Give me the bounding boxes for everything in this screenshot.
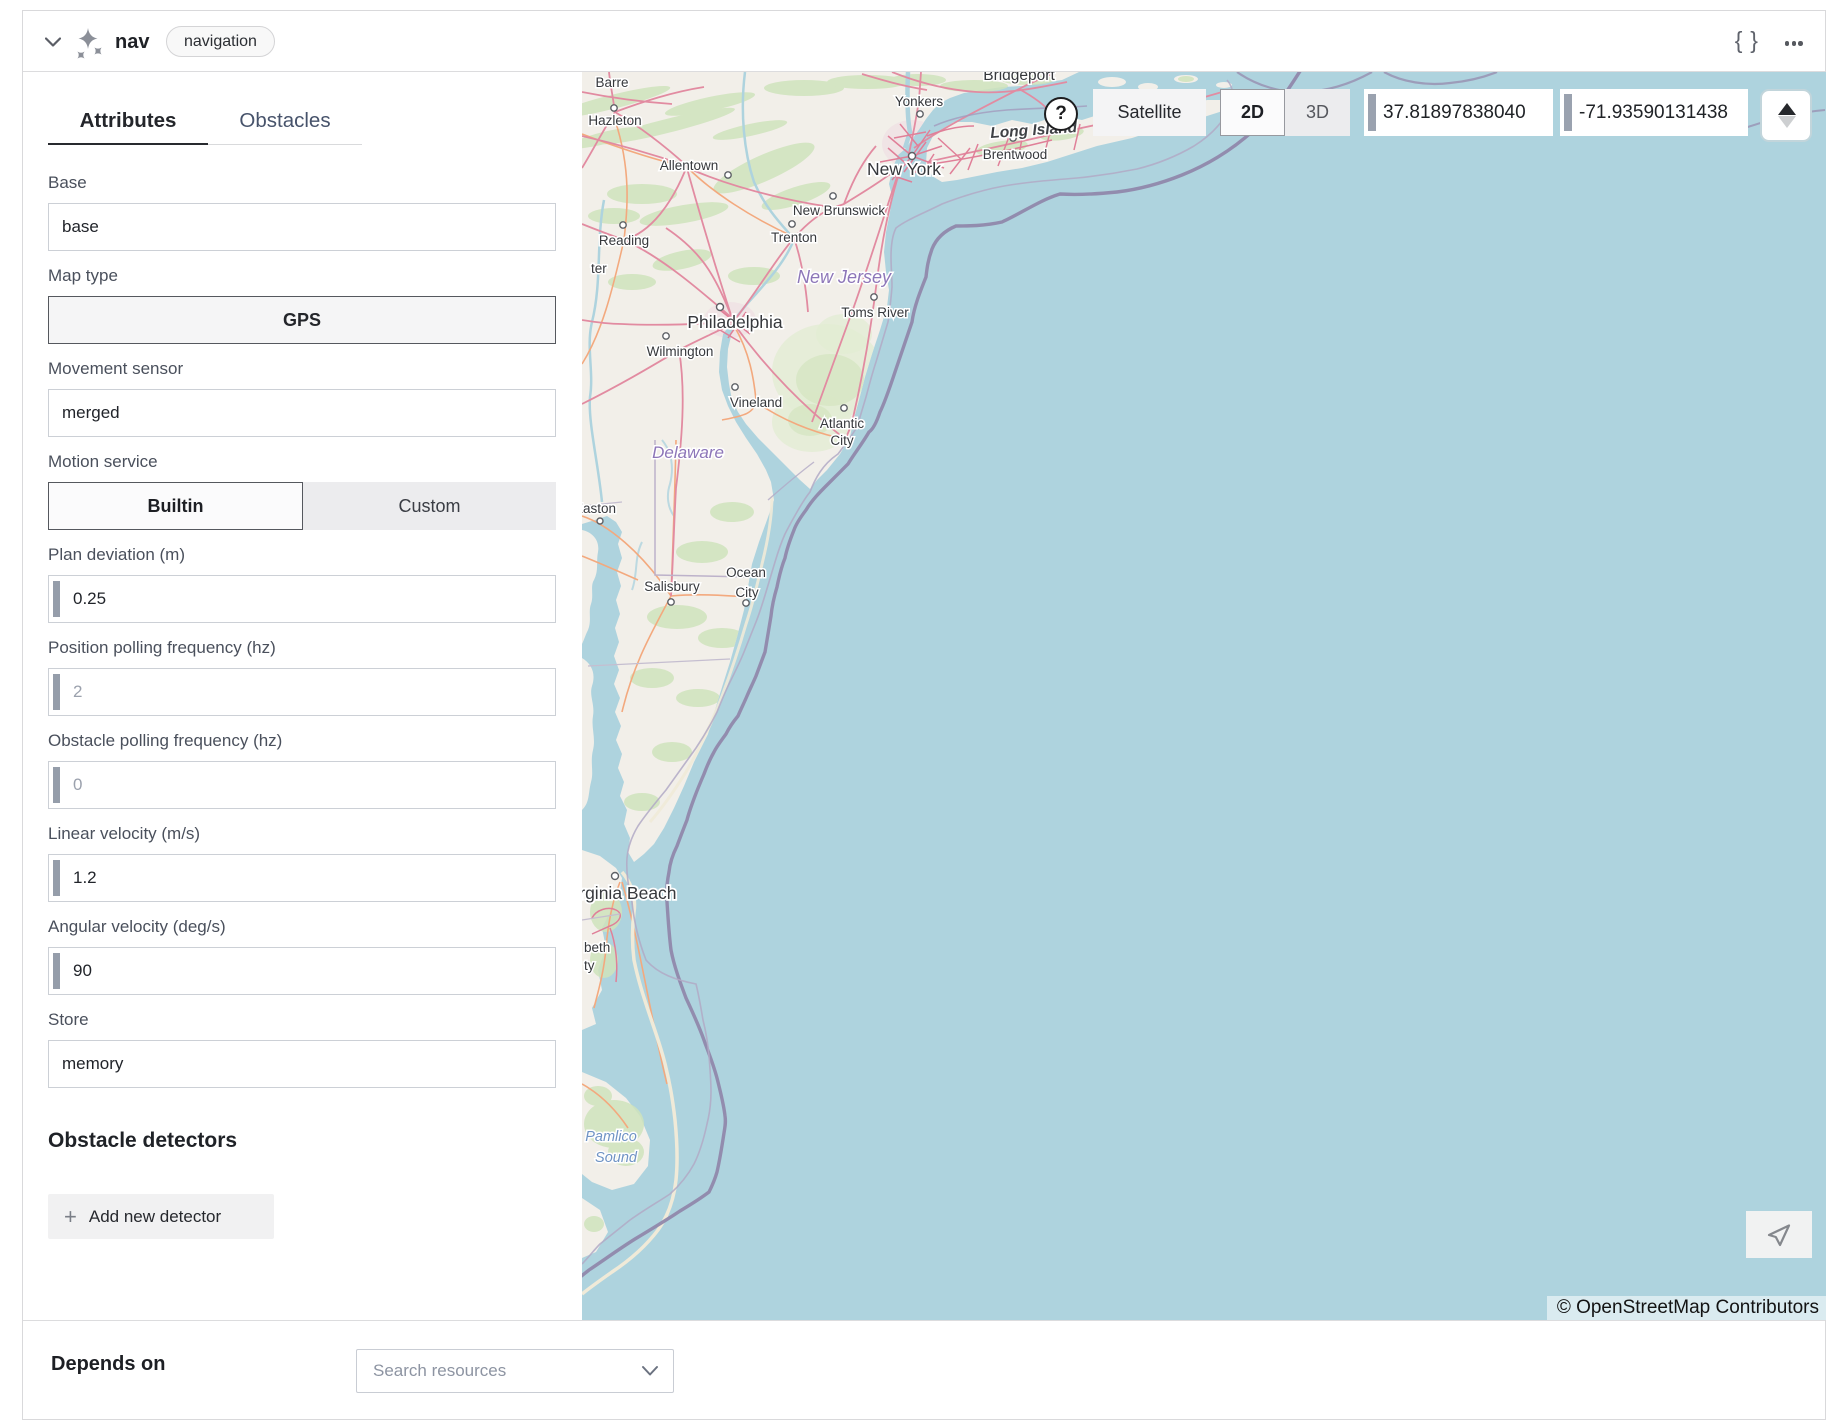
svg-text:New York: New York xyxy=(867,159,941,179)
svg-text:Yonkers: Yonkers xyxy=(895,94,944,109)
svg-text:Barre: Barre xyxy=(595,75,628,90)
svg-text:Hazleton: Hazleton xyxy=(588,113,641,128)
svg-text:Toms River: Toms River xyxy=(841,305,909,320)
svg-text:Philadelphia: Philadelphia xyxy=(687,312,783,332)
svg-text:City: City xyxy=(830,433,853,448)
svg-text:Easton: Easton xyxy=(582,501,616,516)
svg-text:Brentwood: Brentwood xyxy=(983,147,1048,162)
svg-text:Atlantic: Atlantic xyxy=(820,416,865,431)
svg-text:Virginia Beach: Virginia Beach xyxy=(582,883,677,903)
svg-text:Pamlico: Pamlico xyxy=(585,1129,637,1145)
svg-text:Wilmington: Wilmington xyxy=(647,344,714,359)
svg-text:ty: ty xyxy=(584,958,595,973)
svg-text:Reading: Reading xyxy=(599,233,649,248)
svg-text:Vineland: Vineland xyxy=(730,395,782,410)
svg-text:Ocean: Ocean xyxy=(726,565,766,580)
svg-text:City: City xyxy=(735,585,758,600)
svg-text:beth: beth xyxy=(584,940,610,955)
svg-text:New Jersey: New Jersey xyxy=(797,267,892,287)
svg-text:Trenton: Trenton xyxy=(771,230,817,245)
svg-text:Bridgeport: Bridgeport xyxy=(983,72,1055,84)
svg-text:Delaware: Delaware xyxy=(652,443,724,462)
svg-text:New Brunswick: New Brunswick xyxy=(793,203,886,218)
svg-text:Salisbury: Salisbury xyxy=(644,579,700,594)
svg-text:Allentown: Allentown xyxy=(660,158,719,173)
svg-text:Sound: Sound xyxy=(595,1150,638,1166)
svg-text:ter: ter xyxy=(591,261,607,276)
